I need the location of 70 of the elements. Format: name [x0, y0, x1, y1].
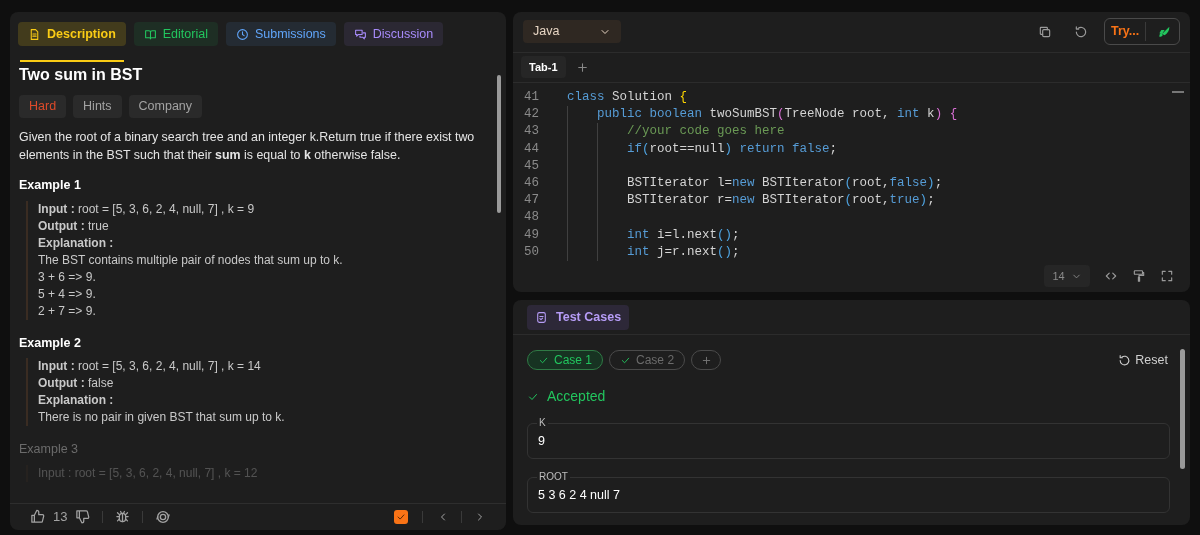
- line-number: 42: [523, 106, 540, 124]
- fullscreen-icon[interactable]: [1160, 269, 1174, 284]
- example-line: There is no pair in given BST that sum up to k.: [38, 409, 286, 427]
- example-line: Output : true: [38, 217, 110, 235]
- example-line: 2 + 7 => 9.: [38, 302, 97, 320]
- example-line: The BST contains multiple pair of nodes that sum up to k.: [38, 251, 344, 269]
- panel-tab[interactable]: Submissions: [225, 22, 336, 46]
- input-label: K: [537, 417, 548, 429]
- panel-tab[interactable]: Discussion: [343, 22, 444, 46]
- line-number: 45: [523, 157, 540, 175]
- example-line: Input : root = [5, 3, 6, 2, 4, null, 7] , k = 14: [38, 358, 262, 376]
- try-button[interactable]: Try...: [1104, 18, 1180, 46]
- plus-icon: [700, 354, 712, 366]
- example-line: 3 + 6 => 9.: [38, 268, 97, 286]
- reset-icon: [1118, 353, 1132, 367]
- code-line: //your code goes here: [627, 123, 785, 141]
- case-tab[interactable]: Case 1: [527, 350, 604, 370]
- line-number: 43: [523, 123, 540, 141]
- problem-title: Two sum in BST: [19, 64, 144, 85]
- plus-icon[interactable]: [575, 60, 589, 74]
- code-line: int j=r.next();: [627, 243, 740, 261]
- line-number: 41: [523, 89, 540, 107]
- badge-icon[interactable]: [155, 508, 172, 525]
- tag[interactable]: Company: [128, 94, 203, 118]
- example-line: Explanation :: [38, 234, 115, 252]
- check-icon: [396, 511, 406, 522]
- bookmark-checkbox[interactable]: [394, 509, 408, 524]
- copy-icon[interactable]: [1038, 24, 1052, 39]
- like-count: 13: [53, 508, 68, 527]
- line-number: 46: [523, 175, 540, 193]
- line-number: 50: [523, 243, 540, 261]
- example-heading: Example 1: [19, 176, 82, 194]
- panel-tab[interactable]: Editorial: [133, 22, 218, 46]
- example-line: 5 + 4 => 9.: [38, 285, 97, 303]
- tag[interactable]: Hard: [19, 94, 67, 118]
- language-select[interactable]: Java: [523, 20, 621, 44]
- font-size-select[interactable]: 14: [1044, 265, 1090, 288]
- code-line: public boolean twoSumBST(TreeNode root, int k) {: [597, 106, 958, 124]
- line-number: 48: [523, 209, 540, 227]
- document-icon: [28, 27, 41, 41]
- editor-tab[interactable]: Tab-1: [521, 56, 566, 79]
- book-icon: [143, 27, 157, 41]
- clock-icon: [235, 27, 249, 41]
- code-line: BSTIterator l=new BSTIterator(root,false);: [627, 175, 943, 193]
- paint-roller-icon[interactable]: [1132, 269, 1146, 284]
- example-line: Output : false: [38, 375, 115, 393]
- tag[interactable]: Hints: [73, 94, 122, 118]
- example-line: Input : root = [5, 3, 6, 2, 4, null, 7] , k = 9: [38, 200, 256, 218]
- thumbs-down-icon[interactable]: [75, 509, 91, 525]
- code-line: BSTIterator r=new BSTIterator(root,true);: [627, 192, 935, 210]
- scroll-marker: [1172, 90, 1184, 93]
- example-heading: Example 3: [19, 441, 80, 459]
- line-number: 47: [523, 192, 540, 210]
- panel-tab[interactable]: Description: [18, 22, 126, 46]
- example-line: Explanation :: [38, 392, 115, 410]
- test-cases-tab[interactable]: Test Cases: [527, 304, 630, 330]
- line-number: 49: [523, 226, 540, 244]
- reset-button[interactable]: Reset: [1118, 350, 1168, 370]
- code-line: if(root==null) return false;: [627, 140, 838, 158]
- chat-icon: [353, 27, 367, 41]
- code-line: class Solution {: [567, 89, 688, 107]
- thumbs-up-icon[interactable]: [30, 509, 45, 525]
- result-status: Accepted: [547, 387, 606, 406]
- input-label: ROOT: [537, 471, 570, 483]
- code-line: int i=l.next();: [627, 226, 740, 244]
- bug-icon[interactable]: [115, 509, 131, 525]
- example-heading: Example 2: [19, 334, 82, 352]
- problem-statement: Given the root of a binary search tree and an integer k.Return true if there exist two elements in the BST such that their sum is equal to k otherwise false.: [19, 128, 476, 164]
- reset-icon[interactable]: [1074, 24, 1088, 39]
- line-number: 44: [523, 140, 540, 158]
